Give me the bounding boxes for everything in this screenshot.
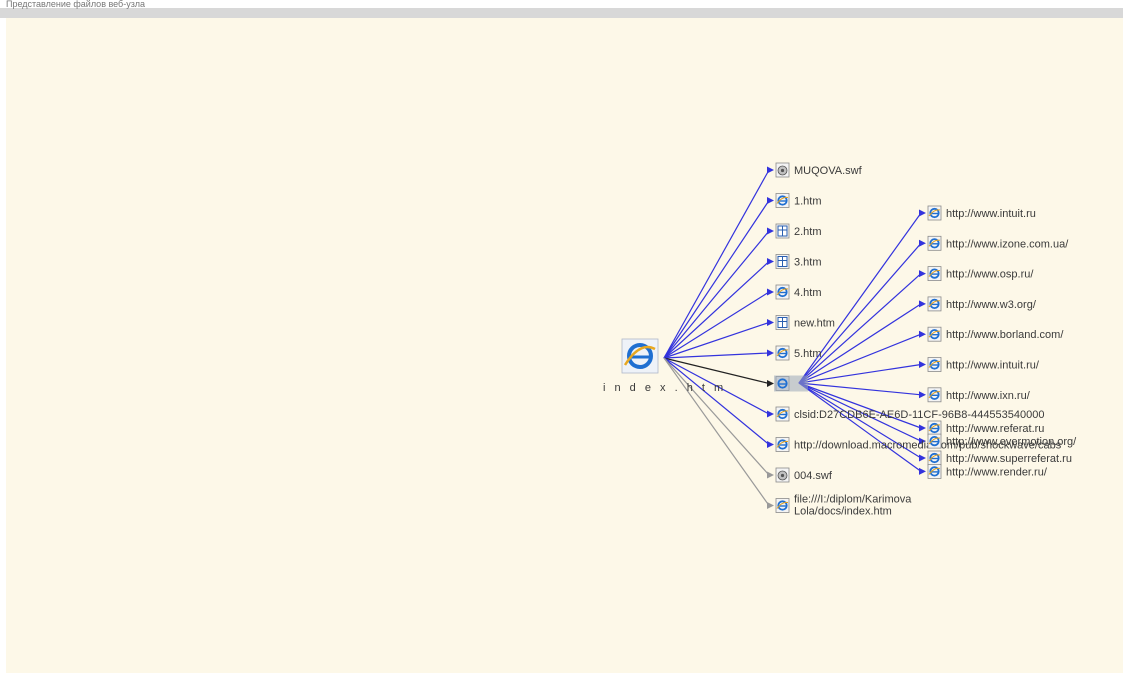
level2-node-5-web-page-icon[interactable]: [927, 357, 942, 372]
edge-root-to-level1-5: [663, 321, 770, 359]
level1-label-1: 1.htm: [794, 196, 822, 208]
level2-label-2: http://www.osp.ru/: [946, 269, 1034, 281]
top-caption: Представление файлов веб-узла: [6, 0, 145, 9]
level1-label-11: file:///I:/diplom/Karimova Lola/docs/inde…: [794, 494, 912, 518]
level1-node-10-flash-file-icon[interactable]: [775, 467, 790, 483]
edge-page-to-level2-0-arrowhead: [919, 209, 926, 217]
edge-root-to-level1-1-arrowhead: [767, 197, 774, 204]
edge-page-to-level2-6-arrowhead: [919, 391, 926, 399]
edge-page-to-level2-10-arrowhead: [919, 467, 926, 475]
level1-label-5: new.htm: [794, 318, 835, 330]
edge-page-to-level2-2-arrowhead: [919, 270, 926, 278]
level1-node-9-web-page-icon[interactable]: [775, 437, 790, 452]
level2-label-3: http://www.w3.org/: [946, 299, 1037, 311]
edge-root-to-level1-5-arrowhead: [767, 319, 774, 326]
level2-node-6-web-page-icon[interactable]: [927, 387, 942, 403]
level1-node-5-frames-page-icon[interactable]: [775, 315, 790, 330]
level1-node-4-web-page-icon[interactable]: [775, 284, 790, 300]
level1-label-0: MUQOVA.swf: [794, 165, 863, 177]
edge-root-to-level1-2-arrowhead: [767, 227, 774, 235]
level2-node-10-web-page-icon[interactable]: [927, 463, 942, 479]
edge-root-to-level1-0: [663, 169, 770, 359]
level2-node-4-web-page-icon[interactable]: [927, 326, 942, 342]
level2-node-8-web-page-icon[interactable]: [927, 450, 942, 466]
edge-page-to-level2-7: [798, 382, 922, 429]
edge-root-to-level1-9-arrowhead: [767, 441, 774, 448]
level2-label-4: http://www.borland.com/: [946, 329, 1064, 341]
title-bar: [0, 8, 1123, 18]
level2-label-5: http://www.intuit.ru/: [946, 360, 1040, 372]
edge-root-to-level1-10: [663, 357, 770, 476]
level1-node-0-flash-file-icon[interactable]: [775, 162, 790, 178]
edge-root-to-level1-1: [663, 200, 770, 359]
edge-page-to-level2-5-arrowhead: [919, 361, 926, 368]
level1-node-6-web-page-icon[interactable]: [775, 345, 790, 361]
edge-page-to-level2-10: [798, 382, 922, 472]
level2-node-3-web-page-icon[interactable]: [927, 296, 942, 312]
edge-root-to-level1-7-arrowhead: [767, 380, 774, 387]
root-node[interactable]: [621, 338, 659, 374]
root-label: i n d e x . h t m: [603, 382, 726, 394]
edge-root-to-level1-6: [663, 352, 770, 359]
level2-node-9-web-page-icon[interactable]: [927, 433, 942, 449]
level2-label-10: http://www.render.ru/: [946, 466, 1048, 478]
edge-page-to-level2-4-arrowhead: [919, 330, 926, 338]
edge-page-to-level2-8-arrowhead: [919, 454, 926, 462]
level2-label-9: http://www.evermotion.org/: [946, 436, 1077, 448]
level1-node-11-web-page-icon[interactable]: [775, 498, 790, 513]
edge-root-to-level1-6-arrowhead: [767, 349, 774, 357]
edge-root-to-level1-10-arrowhead: [767, 471, 774, 479]
level2-node-7-web-page-icon[interactable]: [927, 420, 942, 436]
level1-label-2: 2.htm: [794, 226, 822, 238]
level2-node-1-web-page-icon[interactable]: [927, 235, 942, 251]
level1-label-3: 3.htm: [794, 257, 822, 269]
level2-label-1: http://www.izone.com.ua/: [946, 238, 1069, 250]
level1-label-6: 5.htm: [794, 348, 822, 360]
edge-root-to-level1-11-arrowhead: [767, 502, 774, 509]
level2-label-8: http://www.superreferat.ru: [946, 453, 1072, 465]
level1-node-3-frames-page-icon[interactable]: [775, 254, 790, 269]
edge-root-to-level1-3-arrowhead: [767, 258, 774, 265]
edge-page-to-level2-7-arrowhead: [919, 424, 926, 432]
level1-node-2-frames-page-icon[interactable]: [775, 223, 790, 239]
edge-root-to-level1-4: [663, 291, 770, 359]
level1-node-7-selected-page-icon[interactable]: [774, 375, 808, 392]
level2-node-0-web-page-icon[interactable]: [927, 205, 942, 221]
level1-node-8-web-page-icon[interactable]: [775, 406, 790, 422]
level2-node-2-web-page-icon[interactable]: [927, 266, 942, 282]
edge-root-to-level1-2: [663, 230, 770, 359]
level2-label-7: http://www.referat.ru: [946, 423, 1044, 435]
edge-page-to-level2-3: [798, 303, 922, 384]
level1-node-1-web-page-icon[interactable]: [775, 193, 790, 208]
level1-label-10: 004.swf: [794, 470, 833, 482]
site-map-canvas: i n d e x . h t m MUQOVA.swf 1.htm 2.htm 3.h…: [6, 18, 1123, 673]
edge-root-to-level1-3: [663, 261, 770, 359]
edge-page-to-level2-6: [798, 382, 922, 396]
edge-root-to-level1-0-arrowhead: [767, 166, 774, 174]
level2-label-0: http://www.intuit.ru: [946, 208, 1036, 220]
site-map-diagram: i n d e x . h t m MUQOVA.swf 1.htm 2.htm 3.h…: [603, 162, 1077, 518]
top-strip: Представление файлов веб-узла: [0, 0, 1123, 18]
level1-label-8: clsid:D27CDB6E-AE6D-11CF-96B8-4445535400…: [794, 409, 1045, 421]
edge-root-to-level1-8-arrowhead: [767, 410, 774, 418]
edge-page-to-level2-1-arrowhead: [919, 239, 926, 247]
edge-page-to-level2-3-arrowhead: [919, 300, 926, 308]
edge-root-to-level1-4-arrowhead: [767, 288, 774, 296]
level1-label-4: 4.htm: [794, 287, 822, 299]
level2-label-6: http://www.ixn.ru/: [946, 390, 1031, 402]
